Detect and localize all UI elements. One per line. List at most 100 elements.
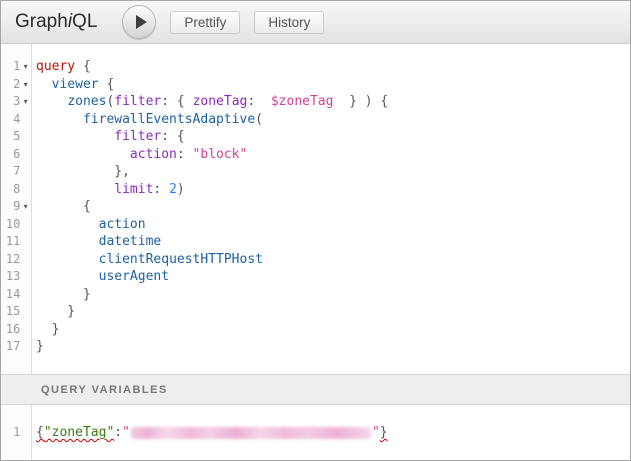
query-line-number-gutter: 1▾2▾3▾456789▾1011121314151617 [1,44,32,374]
code-line[interactable]: action: "block" [36,146,630,164]
graphiql-window: GraphiQL Prettify History 1▾2▾3▾456789▾1… [0,0,631,461]
gutter-line: 7 [1,163,31,181]
code-line[interactable]: } [36,338,630,356]
gutter-line: 1▾ [1,58,31,76]
code-token [36,129,114,144]
code-line[interactable]: } [36,321,630,339]
gutter-line: 5 [1,128,31,146]
variables-line-number-gutter: 1 [1,405,32,460]
fold-arrow-icon[interactable]: ▾ [20,198,31,216]
gutter-line: 1 [1,424,31,442]
code-token: } [36,304,75,319]
code-line[interactable]: } [36,286,630,304]
fold-spacer [20,216,31,234]
fold-spacer [20,338,31,356]
code-line[interactable]: } [36,303,630,321]
code-line[interactable]: zones(filter: { zoneTag: $zoneTag } ) { [36,93,630,111]
variables-code-line[interactable]: {"zoneTag":""} [36,424,630,442]
line-number: 1 [1,424,20,442]
line-number: 14 [1,286,20,304]
line-number: 9 [1,198,20,216]
code-token: ) [177,182,185,197]
code-token: " [372,425,380,440]
code-token: } [380,425,388,440]
history-button[interactable]: History [254,11,324,34]
code-token: zones [67,94,106,109]
code-line[interactable]: datetime [36,233,630,251]
fold-arrow-icon[interactable]: ▾ [20,76,31,94]
query-code-area[interactable]: query { viewer { zones(filter: { zoneTag… [32,44,630,374]
code-line[interactable]: action [36,216,630,234]
line-number: 5 [1,128,20,146]
fold-arrow-icon[interactable]: ▾ [20,58,31,76]
code-line[interactable]: query { [36,58,630,76]
fold-spacer [20,111,31,129]
fold-spacer [20,163,31,181]
gutter-line: 9▾ [1,198,31,216]
variables-editor[interactable]: 1 {"zoneTag":""} [1,405,630,460]
code-token: 2 [169,182,177,197]
redacted-zone-tag-value [131,427,371,439]
query-variables-header[interactable]: QUERY VARIABLES [1,374,630,405]
variables-code-area[interactable]: {"zoneTag":""} [32,405,630,460]
code-token [36,269,99,284]
gutter-line: 17 [1,338,31,356]
code-line[interactable]: clientRequestHTTPHost [36,251,630,269]
query-editor[interactable]: 1▾2▾3▾456789▾1011121314151617 query { vi… [1,44,630,374]
fold-spacer [20,303,31,321]
code-line[interactable]: }, [36,163,630,181]
code-token: $zoneTag [271,94,334,109]
code-line[interactable]: limit: 2) [36,181,630,199]
code-token: : [153,182,169,197]
code-line[interactable]: firewallEventsAdaptive( [36,111,630,129]
fold-spacer [20,286,31,304]
code-token: zoneTag [193,94,248,109]
graphiql-logo: GraphiQL [15,11,97,33]
code-token: filter [114,94,161,109]
code-token: datetime [99,234,162,249]
play-icon [136,15,147,29]
code-token: "zoneTag" [44,425,114,440]
code-token [36,182,114,197]
gutter-line: 10 [1,216,31,234]
code-token: clientRequestHTTPHost [99,252,263,267]
code-token: : [177,147,193,162]
fold-spacer [20,233,31,251]
code-line[interactable]: viewer { [36,76,630,94]
fold-spacer [20,268,31,286]
line-number: 16 [1,321,20,339]
code-token: action [130,147,177,162]
execute-query-button[interactable] [122,5,156,39]
code-token: viewer [52,77,99,92]
code-token [36,217,99,232]
fold-spacer [20,128,31,146]
query-variables-title: QUERY VARIABLES [41,384,168,396]
line-number: 6 [1,146,20,164]
gutter-line: 11 [1,233,31,251]
line-number: 11 [1,233,20,251]
gutter-line: 6 [1,146,31,164]
gutter-line: 12 [1,251,31,269]
line-number: 2 [1,76,20,94]
gutter-line: 4 [1,111,31,129]
line-number: 17 [1,338,20,356]
code-token: { [36,425,44,440]
code-token: : { [161,129,184,144]
code-token [36,77,52,92]
code-line[interactable]: userAgent [36,268,630,286]
fold-spacer [20,181,31,199]
fold-spacer [20,321,31,339]
fold-spacer [20,146,31,164]
code-token [36,234,99,249]
line-number: 1 [1,58,20,76]
fold-spacer [20,251,31,269]
fold-arrow-icon[interactable]: ▾ [20,93,31,111]
code-token: firewallEventsAdaptive [83,112,255,127]
code-token: "block" [193,147,248,162]
code-token: userAgent [99,269,169,284]
line-number: 4 [1,111,20,129]
code-token [36,147,130,162]
code-line[interactable]: filter: { [36,128,630,146]
prettify-button[interactable]: Prettify [170,11,240,34]
code-line[interactable]: { [36,198,630,216]
